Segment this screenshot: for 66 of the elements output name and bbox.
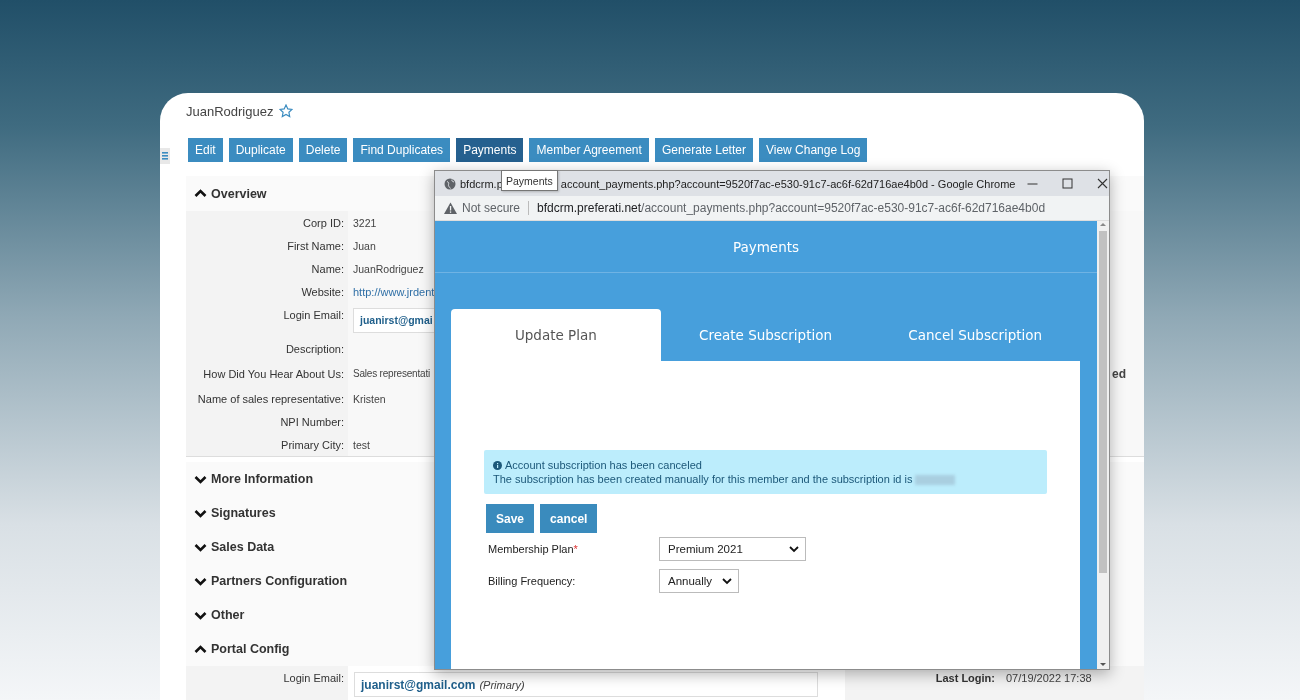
toolbar-button[interactable]: Payments (456, 138, 524, 162)
toolbar-button[interactable]: View Change Log (758, 138, 868, 162)
field-label: Website: (186, 280, 348, 303)
field-value: 07/19/2022 17:38 (1006, 666, 1144, 700)
maximize-icon[interactable] (1062, 178, 1074, 189)
menu-icon[interactable] (162, 152, 168, 160)
field-value: ed (1112, 366, 1126, 381)
select-field[interactable]: Annually (659, 569, 740, 593)
caret-icon (722, 577, 733, 585)
scrollbar[interactable] (1097, 221, 1109, 669)
field-value: 3221 (353, 216, 377, 229)
field-label: First Name: (186, 234, 348, 257)
toolbar-button[interactable]: Edit (188, 138, 223, 162)
field-label: Name: (186, 257, 348, 280)
close-icon[interactable] (1097, 178, 1109, 189)
field-value: Juan (353, 239, 376, 252)
security-label: Not secure (462, 201, 521, 215)
panel-heading: Payments (435, 221, 1097, 273)
info-icon (493, 460, 502, 470)
tab[interactable]: Cancel Subscription (870, 309, 1080, 361)
field-value: Sales representati (353, 368, 430, 379)
toolbar-button[interactable]: Generate Letter (654, 138, 753, 162)
field-label: Login Email: (186, 303, 348, 337)
tooltip: Payments (501, 170, 558, 191)
chevron-up-icon (194, 188, 207, 199)
form-label: Billing Frequency: (488, 575, 577, 587)
record-title: JuanRodriguez (186, 103, 274, 119)
alert-title: Account subscription has been canceled (505, 458, 702, 472)
globe-icon (444, 177, 456, 190)
form-button[interactable]: cancel (540, 504, 598, 533)
toolbar-button[interactable]: Find Duplicates (353, 138, 451, 162)
email-field[interactable]: juanirst@gmail.com (Primary) (354, 672, 818, 697)
alert-message: The subscription has been created manually for this member and the subscription id is (493, 473, 913, 485)
redacted-block (915, 475, 956, 486)
scroll-down-icon (1099, 661, 1107, 669)
chevron-down-icon (194, 507, 207, 519)
toolbar-button[interactable]: Delete (298, 138, 348, 162)
select-field[interactable]: Premium 2021 (659, 537, 806, 561)
toolbar-button[interactable]: Duplicate (228, 138, 293, 162)
field-value: Kristen (353, 392, 386, 405)
window-title: bfdcrm.p (460, 177, 503, 190)
field-label: How Did You Hear About Us: (186, 360, 348, 387)
chevron-down-icon (194, 541, 207, 553)
warning-icon (444, 202, 457, 214)
field-label: NPI Number: (186, 410, 348, 433)
field-value: test (353, 438, 370, 451)
form-label: Membership Plan* (488, 543, 579, 555)
field-label: Description: (186, 337, 348, 360)
field-label: Corp ID: (186, 211, 348, 234)
website-link[interactable]: http://www.jrdent (353, 285, 435, 298)
chevron-down-icon (194, 609, 207, 621)
field-label: Primary City: (186, 433, 348, 456)
address-url[interactable]: bfdcrm.preferati.net/account_payments.php?account=9520f7ac-e530-91c7-ac6f-62d716ae4b0d (537, 201, 1046, 215)
chevron-up-icon (194, 643, 207, 655)
toolbar-button[interactable]: Member Agreement (529, 138, 649, 162)
form-button[interactable]: Save (486, 504, 535, 533)
chevron-down-icon (194, 473, 207, 485)
field-value: JuanRodriguez (353, 262, 424, 275)
field-label: Name of sales representative: (186, 387, 348, 410)
tab[interactable]: Create Subscription (660, 309, 871, 361)
star-icon (279, 104, 294, 118)
chevron-down-icon (194, 575, 207, 587)
field-label: Login Email: (186, 666, 348, 700)
caret-icon (788, 545, 799, 553)
window-title: account_payments.php?account=9520f7ac-e530-91c7-ac6f-62d716ae4b0d - Google Chrome (560, 177, 1016, 190)
tab[interactable]: Update Plan (451, 309, 661, 361)
